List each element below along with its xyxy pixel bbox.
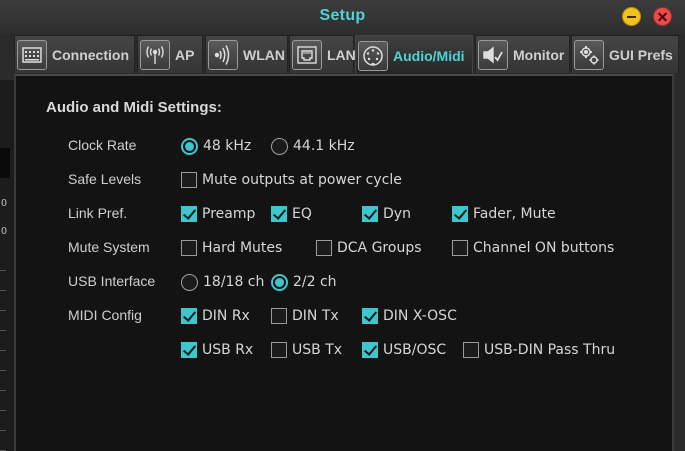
background-label: O <box>1 198 8 209</box>
background-label: O <box>1 226 8 237</box>
tab-wlan[interactable]: WLAN <box>205 35 288 73</box>
checkbox[interactable] <box>452 240 468 256</box>
option-label: Hard Mutes <box>202 240 283 256</box>
tab-label: Audio/Midi <box>393 47 465 64</box>
speaker-monitor-icon <box>478 39 508 70</box>
din-rx-checkbox[interactable]: DIN Rx <box>181 306 250 326</box>
din-tx-checkbox[interactable]: DIN Tx <box>271 306 339 326</box>
midi-din-icon <box>358 40 388 71</box>
usb-2ch-option[interactable]: 2/2 ch <box>271 272 337 292</box>
checkbox[interactable] <box>271 342 287 358</box>
option-label: DIN Rx <box>202 308 250 324</box>
usb-tx-checkbox[interactable]: USB Tx <box>271 340 342 360</box>
checkbox[interactable] <box>452 206 468 222</box>
option-label: USB Tx <box>292 342 343 358</box>
minimize-button[interactable] <box>622 7 641 26</box>
usb-interface-label: USB Interface <box>68 273 156 289</box>
antenna-icon <box>140 39 170 70</box>
midi-config-label: MIDI Config <box>68 307 142 323</box>
link-fader-mute-checkbox[interactable]: Fader, Mute <box>452 204 556 224</box>
tab-bar: Connection AP WLAN LAN Audio/Midi Monito… <box>0 35 685 75</box>
usb-din-pass-thru-checkbox[interactable]: USB-DIN Pass Thru <box>463 340 615 360</box>
ethernet-port-icon <box>292 39 322 70</box>
option-label: USB/OSC <box>383 342 447 358</box>
option-label: Mute outputs at power cycle <box>202 172 402 188</box>
tab-gui-prefs[interactable]: GUI Prefs <box>571 35 679 73</box>
link-eq-checkbox[interactable]: EQ <box>271 204 312 224</box>
option-label: DIN Tx <box>292 308 339 324</box>
connection-icon <box>17 39 47 70</box>
tab-audio-midi[interactable]: Audio/Midi <box>355 35 473 75</box>
mute-system-label: Mute System <box>68 239 150 255</box>
option-label: 48 kHz <box>203 138 252 154</box>
background-app-strip: O O <box>0 80 14 451</box>
checkbox[interactable] <box>181 342 197 358</box>
checkbox[interactable] <box>181 172 197 188</box>
link-dyn-checkbox[interactable]: Dyn <box>362 204 411 224</box>
usb-18ch-option[interactable]: 18/18 ch <box>181 272 264 292</box>
checkbox[interactable] <box>181 206 197 222</box>
checkbox[interactable] <box>271 206 287 222</box>
tab-label: AP <box>175 46 195 63</box>
option-label: 18/18 ch <box>203 274 265 290</box>
safe-levels-label: Safe Levels <box>68 171 142 187</box>
option-label: 2/2 ch <box>293 274 337 290</box>
radio-button[interactable] <box>271 273 288 291</box>
mute-outputs-checkbox[interactable]: Mute outputs at power cycle <box>181 170 402 190</box>
settings-panel <box>14 74 674 451</box>
option-label: DIN X-OSC <box>383 308 457 324</box>
option-label: Preamp <box>202 206 256 222</box>
checkbox[interactable] <box>362 342 378 358</box>
clock-rate-label: Clock Rate <box>68 137 137 153</box>
checkbox[interactable] <box>316 240 332 256</box>
din-x-osc-checkbox[interactable]: DIN X-OSC <box>362 306 457 326</box>
radio-button[interactable] <box>271 137 288 155</box>
checkbox[interactable] <box>181 308 197 324</box>
checkbox[interactable] <box>362 206 378 222</box>
usb-rx-checkbox[interactable]: USB Rx <box>181 340 253 360</box>
gears-icon <box>574 39 604 70</box>
panel-heading: Audio and Midi Settings: <box>46 99 222 116</box>
tab-lan[interactable]: LAN <box>289 35 356 73</box>
tab-connection[interactable]: Connection <box>14 35 135 73</box>
window-title: Setup <box>319 7 366 24</box>
checkbox[interactable] <box>463 342 479 358</box>
wifi-icon <box>208 39 238 70</box>
clock-rate-44khz-option[interactable]: 44.1 kHz <box>271 136 355 156</box>
checkbox[interactable] <box>362 308 378 324</box>
radio-button[interactable] <box>181 273 198 291</box>
option-label: Channel ON buttons <box>473 240 615 256</box>
tab-label: LAN <box>327 46 356 63</box>
option-label: USB-DIN Pass Thru <box>484 342 616 358</box>
dca-groups-checkbox[interactable]: DCA Groups <box>316 238 422 258</box>
option-label: Dyn <box>383 206 411 222</box>
title-bar[interactable]: Setup <box>0 0 685 34</box>
checkbox[interactable] <box>181 240 197 256</box>
link-preamp-checkbox[interactable]: Preamp <box>181 204 255 224</box>
tab-ap[interactable]: AP <box>137 35 203 73</box>
tab-label: WLAN <box>243 46 285 63</box>
channel-on-buttons-checkbox[interactable]: Channel ON buttons <box>452 238 614 258</box>
option-label: DCA Groups <box>337 240 422 256</box>
close-button[interactable] <box>653 7 672 26</box>
tab-label: GUI Prefs <box>609 46 673 63</box>
option-label: 44.1 kHz <box>293 138 355 154</box>
checkbox[interactable] <box>271 308 287 324</box>
radio-button[interactable] <box>181 137 198 155</box>
tab-label: Connection <box>52 46 129 63</box>
hard-mutes-checkbox[interactable]: Hard Mutes <box>181 238 282 258</box>
usb-osc-checkbox[interactable]: USB/OSC <box>362 340 446 360</box>
tab-monitor[interactable]: Monitor <box>475 35 570 73</box>
tab-label: Monitor <box>513 46 565 63</box>
option-label: USB Rx <box>202 342 254 358</box>
option-label: EQ <box>292 206 312 222</box>
link-pref-label: Link Pref. <box>68 205 128 221</box>
option-label: Fader, Mute <box>473 206 556 222</box>
clock-rate-48khz-option[interactable]: 48 kHz <box>181 136 251 156</box>
